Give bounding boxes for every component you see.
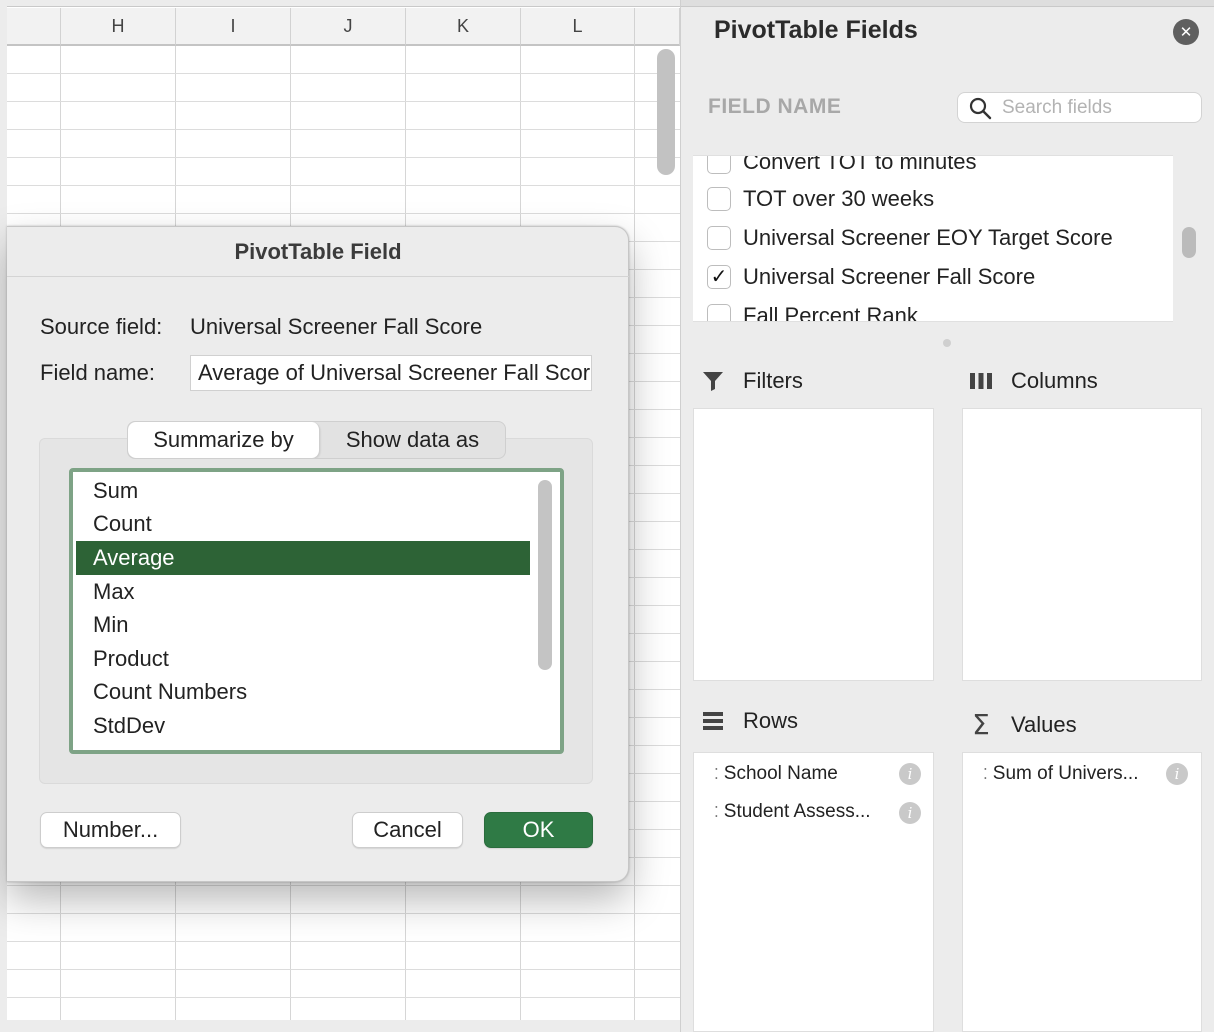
field-checkbox[interactable]	[707, 156, 731, 174]
field-item[interactable]: Convert TOT to minutes	[707, 155, 977, 181]
function-list-scrollbar[interactable]	[538, 480, 552, 670]
function-item-average[interactable]: Average	[76, 541, 530, 575]
sheet-top-border	[0, 0, 680, 7]
filters-label: Filters	[743, 368, 803, 393]
filters-area-header: Filters	[699, 368, 803, 394]
pane-splitter-handle[interactable]	[943, 339, 951, 347]
field-checkbox[interactable]	[707, 225, 731, 250]
info-icon[interactable]: i	[899, 802, 921, 824]
rows-area-header: Rows	[699, 708, 798, 734]
pivottable-fields-pane: PivotTable Fields ✕ FIELD NAME Search fi…	[680, 0, 1214, 1032]
values-item-label: Sum of Univers...	[992, 763, 1139, 784]
field-checkbox[interactable]	[707, 303, 731, 321]
search-placeholder: Search fields	[1002, 96, 1112, 118]
number-format-button[interactable]: Number...	[40, 812, 181, 848]
cancel-button[interactable]: Cancel	[352, 812, 463, 848]
rows-item-label: School Name	[723, 763, 838, 784]
column-header-label: H	[111, 15, 125, 36]
field-checkbox[interactable]	[707, 186, 731, 211]
field-label: Convert TOT to minutes	[743, 155, 977, 174]
field-list-scrollbar[interactable]	[1182, 227, 1196, 258]
rows-label: Rows	[743, 708, 799, 733]
rows-item-student-assess[interactable]: ⁚ Student Assess...	[714, 801, 871, 823]
function-item-count[interactable]: Count	[76, 508, 530, 542]
info-icon[interactable]: i	[899, 763, 921, 785]
values-area-header: Σ Values	[967, 708, 1077, 741]
function-item-sum[interactable]: Sum	[76, 474, 530, 508]
column-header-label: L	[572, 15, 583, 36]
values-item-sum-of-universal[interactable]: ⁚ Sum of Univers...	[983, 763, 1139, 785]
columns-icon	[967, 370, 995, 392]
column-header-k[interactable]: K	[406, 8, 521, 46]
field-item[interactable]: TOT over 30 weeks	[707, 179, 934, 218]
field-item[interactable]: ✓ Universal Screener Fall Score	[707, 257, 1035, 296]
values-drop-area[interactable]: ⁚ Sum of Univers... i	[962, 752, 1202, 1032]
field-label: Universal Screener EOY Target Score	[743, 224, 1113, 250]
column-header-i[interactable]: I	[176, 8, 291, 46]
function-item-stddev[interactable]: StdDev	[76, 709, 530, 743]
column-header-g[interactable]	[7, 8, 61, 46]
sheet-bottom-edge	[0, 1020, 680, 1032]
field-list[interactable]: Convert TOT to minutes TOT over 30 weeks…	[693, 155, 1173, 322]
filter-icon	[699, 369, 727, 393]
column-header-j[interactable]: J	[291, 8, 406, 46]
search-fields-input[interactable]: Search fields	[957, 92, 1202, 123]
source-field-label: Source field:	[40, 314, 163, 339]
close-pane-button[interactable]: ✕	[1173, 19, 1199, 45]
rows-drop-area[interactable]: ⁚ School Name i ⁚ Student Assess... i	[693, 752, 934, 1032]
close-icon: ✕	[1179, 24, 1193, 41]
sigma-icon: Σ	[972, 708, 990, 741]
rows-item-label: Student Assess...	[723, 801, 871, 822]
function-item-product[interactable]: Product	[76, 642, 530, 676]
field-checkbox-checked[interactable]: ✓	[707, 264, 731, 289]
values-label: Values	[1011, 711, 1077, 737]
column-header-h[interactable]: H	[61, 8, 176, 46]
column-header-m[interactable]	[635, 8, 680, 46]
summarize-tabs: Summarize by Show data as	[127, 421, 506, 459]
field-name-input[interactable]: Average of Universal Screener Fall Score	[190, 355, 592, 391]
drag-handle-icon: ⁚	[714, 804, 719, 821]
ok-button[interactable]: OK	[484, 812, 593, 848]
column-header-label: I	[230, 15, 236, 36]
field-name-header: FIELD NAME	[708, 95, 842, 118]
rows-icon	[699, 709, 727, 733]
field-label: TOT over 30 weeks	[743, 185, 935, 211]
columns-label: Columns	[1011, 368, 1098, 393]
function-item-max[interactable]: Max	[76, 575, 530, 609]
column-header-label: K	[456, 15, 469, 36]
field-item[interactable]: Universal Screener EOY Target Score	[707, 218, 1113, 257]
pivottable-field-dialog: PivotTable Field Source field: Universal…	[7, 226, 629, 882]
sheet-vertical-scrollbar[interactable]	[657, 49, 675, 175]
filters-drop-area[interactable]	[693, 408, 934, 681]
function-item-count-numbers[interactable]: Count Numbers	[76, 676, 530, 710]
field-label: Fall Percent Rank	[743, 302, 918, 322]
rows-item-school-name[interactable]: ⁚ School Name	[714, 763, 838, 785]
field-name-label: Field name:	[40, 360, 155, 385]
field-item[interactable]: Fall Percent Rank	[707, 296, 918, 322]
summarize-function-list[interactable]: Sum Count Average Max Min Product Count …	[69, 468, 564, 754]
checkmark-icon: ✓	[710, 266, 728, 288]
tab-summarize-by[interactable]: Summarize by	[128, 422, 320, 458]
sheet-left-edge	[0, 0, 7, 1032]
pane-title: PivotTable Fields	[714, 16, 918, 44]
columns-drop-area[interactable]	[962, 408, 1202, 681]
function-item-min[interactable]: Min	[76, 608, 530, 642]
source-field-value: Universal Screener Fall Score	[190, 314, 483, 339]
tab-show-data-as[interactable]: Show data as	[320, 422, 505, 458]
drag-handle-icon: ⁚	[983, 766, 988, 783]
info-icon[interactable]: i	[1166, 763, 1188, 785]
columns-area-header: Columns	[967, 368, 1098, 394]
pane-top-border	[681, 0, 1214, 7]
column-header-label: J	[343, 15, 353, 36]
search-icon	[968, 96, 992, 120]
drag-handle-icon: ⁚	[714, 766, 719, 783]
column-header-l[interactable]: L	[521, 8, 635, 46]
field-label: Universal Screener Fall Score	[743, 263, 1036, 289]
dialog-title: PivotTable Field	[7, 227, 629, 277]
